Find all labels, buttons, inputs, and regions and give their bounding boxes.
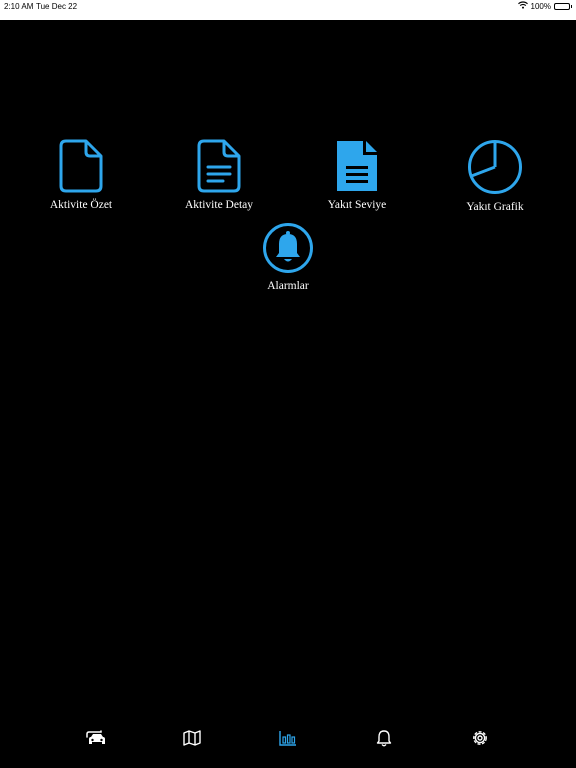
- file-lines-solid-icon: [335, 139, 379, 193]
- menu-item-yakit-seviye[interactable]: Yakıt Seviye: [297, 139, 417, 211]
- file-outline-icon: [59, 139, 103, 193]
- menu-item-label: Aktivite Özet: [49, 199, 113, 211]
- bell-icon: [376, 729, 392, 752]
- status-indicators: 100%: [517, 1, 572, 11]
- menu-item-aktivite-detay[interactable]: Aktivite Detay: [159, 139, 279, 211]
- menu-item-label: Aktivite Detay: [184, 199, 254, 211]
- tab-reports[interactable]: [276, 728, 300, 752]
- menu-item-aktivite-ozet[interactable]: Aktivite Özet: [21, 139, 141, 211]
- bar-chart-icon: [279, 730, 297, 751]
- status-date: Tue Dec 22: [36, 2, 78, 11]
- tab-vehicles[interactable]: [84, 728, 108, 752]
- status-time: 2:10 AM: [4, 2, 34, 11]
- battery-percent: 100%: [530, 1, 551, 11]
- file-lines-outline-icon: [197, 139, 241, 193]
- gear-icon: [471, 729, 489, 752]
- pie-chart-icon: [467, 139, 523, 195]
- menu-item-label: Yakıt Grafik: [466, 201, 524, 213]
- bell-circle-icon: [262, 222, 314, 274]
- tab-settings[interactable]: [468, 728, 492, 752]
- battery-icon: [554, 2, 572, 10]
- status-bar: 2:10 AM Tue Dec 22 100%: [0, 0, 576, 20]
- menu-item-alarmlar[interactable]: Alarmlar: [228, 222, 348, 292]
- map-icon: [183, 729, 201, 751]
- wifi-icon: [517, 1, 528, 11]
- tab-alarms[interactable]: [372, 728, 396, 752]
- menu-item-label: Alarmlar: [267, 280, 309, 292]
- tab-bar: [0, 720, 576, 768]
- menu-item-yakit-grafik[interactable]: Yakıt Grafik: [435, 139, 555, 213]
- menu-item-label: Yakıt Seviye: [327, 199, 387, 211]
- car-garage-icon: [86, 729, 106, 752]
- tab-map[interactable]: [180, 728, 204, 752]
